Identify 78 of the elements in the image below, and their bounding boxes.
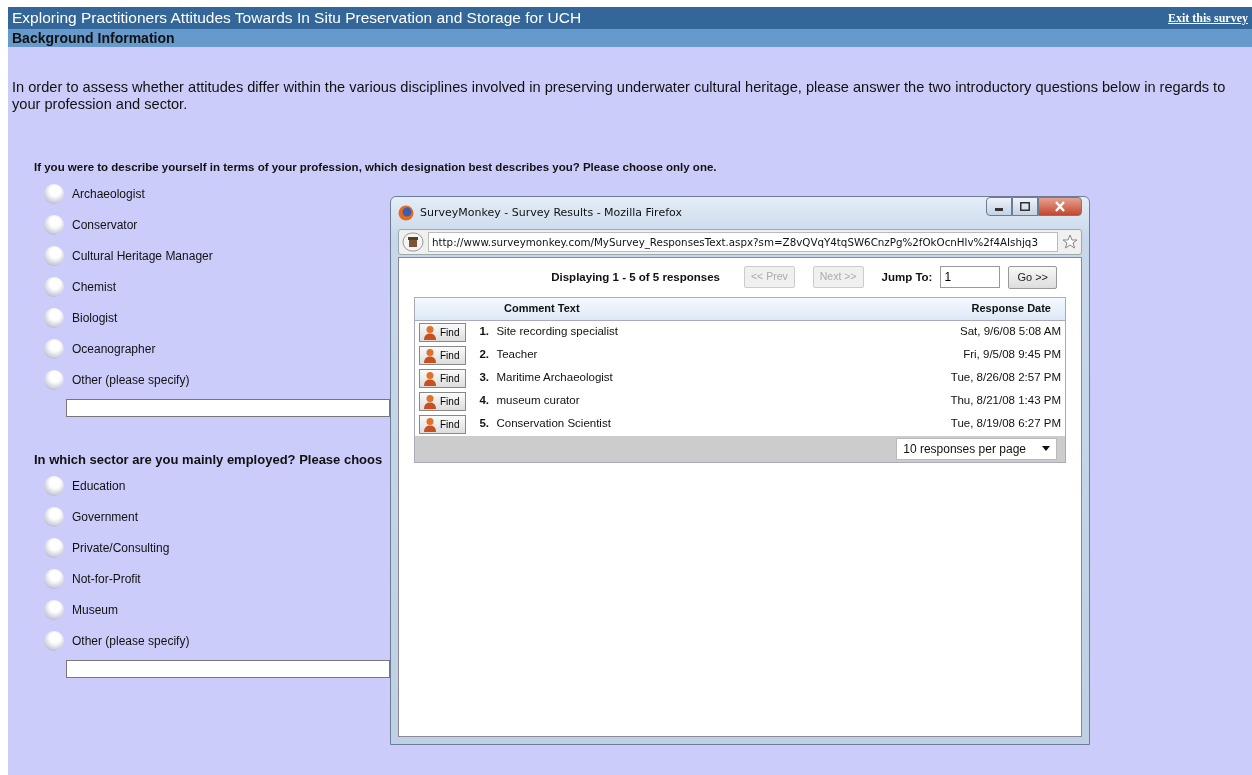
response-date: Thu, 8/21/08 1:43 PM: [950, 393, 1061, 409]
intro-text: In order to assess whether attitudes differ within the various disciplines involved in preserving underwater cultural heritage, please answer the two introductory questions below in regards to your profession and sector.: [11, 78, 1227, 113]
text-field[interactable]: [66, 659, 390, 678]
window-title: SurveyMonkey - Survey Results - Mozilla Firefox: [420, 204, 682, 221]
column-header: Response Date: [971, 301, 1051, 317]
radio-button[interactable]: [44, 370, 64, 391]
option-label: Education: [72, 477, 126, 495]
person-icon: [423, 347, 437, 363]
row-number: 2.: [479, 347, 491, 363]
minimize-icon: [995, 208, 1003, 211]
find-button[interactable]: Find: [419, 368, 467, 388]
find-button[interactable]: Find: [419, 414, 467, 434]
radio-button[interactable]: [44, 215, 64, 236]
option-label: Not-for-Profit: [72, 570, 141, 588]
option-label: Archaeologist: [72, 186, 145, 204]
radio-button[interactable]: [44, 308, 64, 329]
radio-button[interactable]: [44, 568, 64, 589]
column-header: Comment Text: [504, 301, 580, 317]
person-icon: [423, 324, 437, 340]
option-label: Oceanographer: [72, 341, 156, 359]
maximize-icon: [1020, 202, 1030, 211]
person-icon: [423, 370, 437, 386]
option-label: Government: [72, 508, 139, 526]
question-text: If you were to describe yourself in terms of your profession, which designation best describes you? Please choose only one.: [34, 160, 717, 175]
find-button[interactable]: Find: [419, 391, 467, 411]
find-button[interactable]: Find: [419, 345, 467, 365]
find-button[interactable]: Find: [419, 322, 467, 342]
response-date: Tue, 8/19/08 6:27 PM: [950, 416, 1061, 432]
text-field[interactable]: [66, 399, 390, 418]
row-number: 3.: [479, 370, 491, 386]
radio-button[interactable]: [44, 537, 64, 558]
radio-button[interactable]: [44, 475, 64, 496]
option-label: Private/Consulting: [72, 539, 170, 557]
radio-button[interactable]: [44, 506, 64, 527]
person-icon: [423, 393, 437, 409]
option-label: Museum: [72, 601, 118, 619]
survey-title: Exploring Practitioners Attitudes Towards In Situ Preservation and Storage for UCH: [12, 8, 582, 29]
person-icon: [423, 416, 437, 432]
site-identity-icon[interactable]: [402, 232, 424, 252]
question-text: In which sector are you mainly employed? Please choos: [34, 451, 383, 470]
comment-text: museum curator: [496, 393, 580, 409]
option-label: Conservator: [72, 217, 138, 235]
jump-field[interactable]: 1: [940, 266, 1001, 289]
option-label: Other (please specify): [72, 632, 190, 650]
response-date: Tue, 8/26/08 2:57 PM: [950, 370, 1061, 386]
radio-button[interactable]: [44, 246, 64, 267]
close-button[interactable]: [1038, 197, 1082, 216]
response-date: Fri, 9/5/08 9:45 PM: [963, 347, 1061, 363]
address-field[interactable]: http://www.surveymonkey.com/MySurvey_ResponsesText.aspx?sm=Z8vQVqY4tqSW6CnzPg%2fOkOcnHlv%2f4AIshjq3: [428, 232, 1058, 252]
option-label: Biologist: [72, 310, 118, 328]
radio-button[interactable]: [44, 184, 64, 205]
row-number: 5.: [479, 416, 491, 432]
radio-button[interactable]: [44, 277, 64, 298]
star-icon[interactable]: [1062, 234, 1078, 250]
option-label: Chemist: [72, 279, 116, 297]
minimize-button[interactable]: [986, 197, 1012, 216]
pagination-summary: Displaying 1 - 5 of 5 responses: [551, 269, 720, 285]
radio-button[interactable]: [44, 339, 64, 360]
option-label: Cultural Heritage Manager: [72, 248, 213, 266]
maximize-button[interactable]: [1012, 197, 1038, 216]
row-number: 4.: [479, 393, 491, 409]
per-page-dropdown[interactable]: 10 responses per page: [896, 437, 1057, 460]
globe-icon: [398, 205, 414, 221]
comment-text: Site recording specialist: [496, 324, 618, 340]
comment-text: Teacher: [496, 347, 538, 363]
comment-text: Conservation Scientist: [496, 416, 611, 432]
jump-label: Jump To:: [881, 269, 933, 285]
radio-button[interactable]: [44, 599, 64, 620]
radio-button[interactable]: [44, 630, 64, 651]
go-button[interactable]: Go >>: [1008, 266, 1057, 289]
section-title: Background Information: [12, 28, 175, 48]
row-number: 1.: [479, 324, 491, 340]
comment-text: Maritime Archaeologist: [496, 370, 613, 386]
response-date: Sat, 9/6/08 5:08 AM: [960, 324, 1061, 340]
close-icon: [1055, 201, 1065, 212]
option-label: Other (please specify): [72, 372, 190, 390]
exit-link[interactable]: Exit this survey: [1168, 9, 1248, 27]
caret-icon: [1042, 446, 1050, 451]
